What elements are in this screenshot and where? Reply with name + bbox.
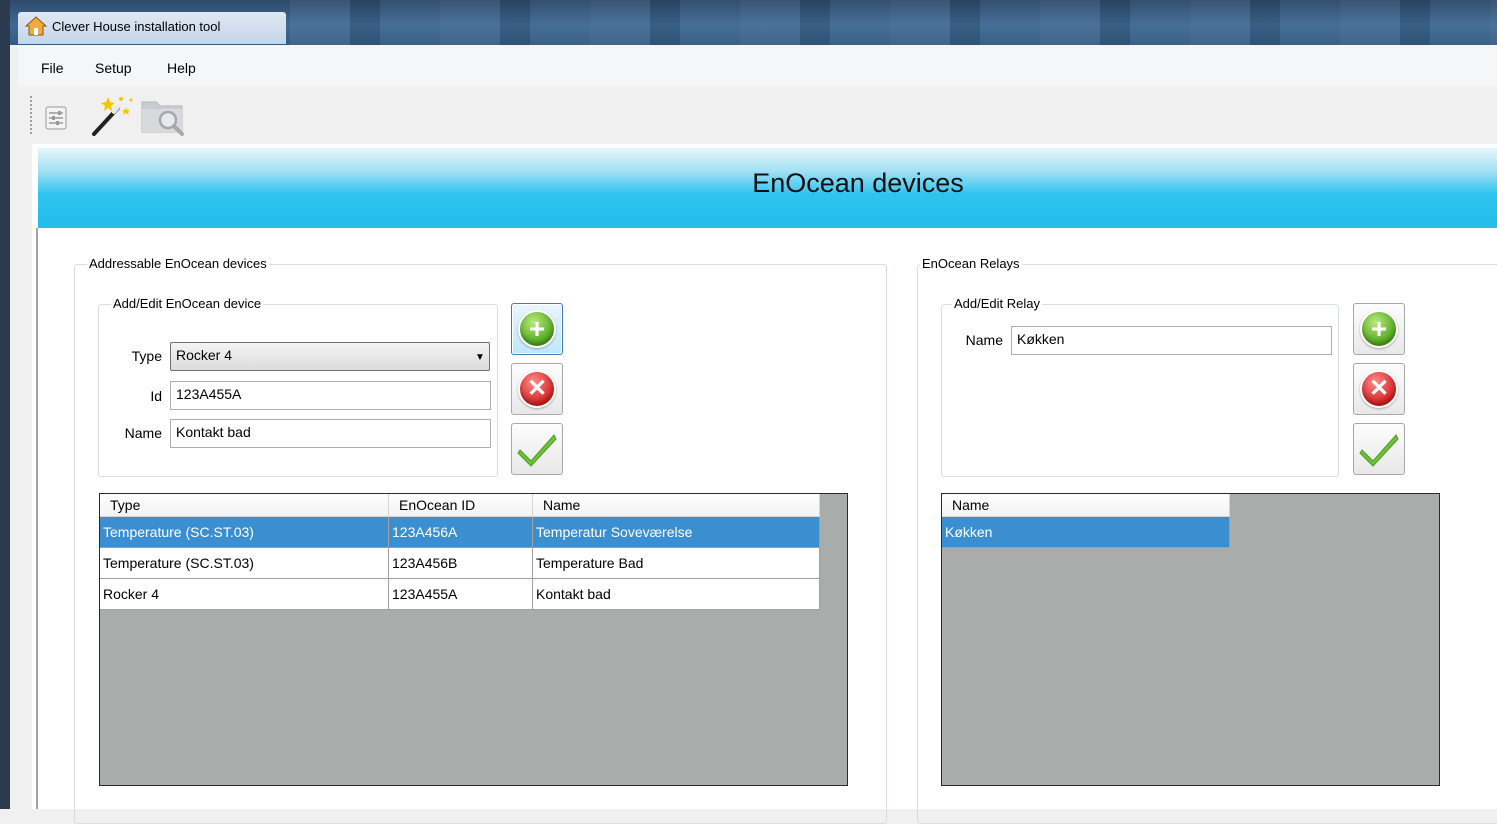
magic-wand-icon[interactable] bbox=[88, 94, 136, 138]
device-edit-title: Add/Edit EnOcean device bbox=[111, 296, 264, 311]
close-icon: ✕ bbox=[518, 370, 556, 408]
checkmark-icon bbox=[1359, 434, 1399, 467]
add-relay-button[interactable]: + bbox=[1353, 303, 1405, 355]
devices-table: Type EnOcean ID Name Temperature (SC.ST.… bbox=[100, 494, 820, 610]
type-select-value: Rocker 4 bbox=[176, 347, 233, 363]
settings-sliders-icon[interactable] bbox=[42, 104, 74, 132]
window-left-edge bbox=[0, 0, 10, 809]
cell-id[interactable]: 123A456B bbox=[388, 547, 533, 579]
house-icon bbox=[25, 16, 47, 36]
checkmark-icon bbox=[517, 434, 557, 467]
name-field[interactable]: Kontakt bad bbox=[170, 419, 491, 448]
window-title: Clever House installation tool bbox=[52, 19, 221, 34]
relays-group-title: EnOcean Relays bbox=[920, 256, 1022, 271]
cell-id[interactable]: 123A456A bbox=[388, 516, 533, 548]
cell-type[interactable]: Temperature (SC.ST.03) bbox=[100, 547, 389, 579]
title-bar-background bbox=[290, 0, 1497, 45]
plus-icon: + bbox=[518, 310, 556, 348]
table-row[interactable]: Temperature (SC.ST.03) 123A456B Temperat… bbox=[100, 547, 820, 579]
table-row[interactable]: Køkken bbox=[942, 516, 1230, 548]
type-select[interactable]: Rocker 4 bbox=[170, 342, 490, 371]
relays-grid[interactable]: Name Køkken bbox=[941, 493, 1440, 786]
relay-name-field[interactable]: Køkken bbox=[1011, 326, 1332, 355]
cell-type[interactable]: Rocker 4 bbox=[100, 578, 389, 610]
delete-device-button[interactable]: ✕ bbox=[511, 363, 563, 415]
devices-grid[interactable]: Type EnOcean ID Name Temperature (SC.ST.… bbox=[99, 493, 848, 786]
cell-name[interactable]: Køkken bbox=[942, 516, 1230, 548]
devices-group-title: Addressable EnOcean devices bbox=[87, 256, 269, 271]
menu-help[interactable]: Help bbox=[167, 60, 196, 76]
chevron-down-icon: ▼ bbox=[475, 352, 485, 363]
name-label: Name bbox=[124, 425, 162, 441]
menu-file[interactable]: File bbox=[41, 60, 64, 76]
cell-name[interactable]: Temperature Bad bbox=[532, 547, 820, 579]
page-title: EnOcean devices bbox=[752, 168, 964, 198]
table-row[interactable]: Temperature (SC.ST.03) 123A456A Temperat… bbox=[100, 516, 820, 548]
table-row[interactable]: Rocker 4 123A455A Kontakt bad bbox=[100, 578, 820, 610]
plus-icon: + bbox=[1360, 310, 1398, 348]
cell-id[interactable]: 123A455A bbox=[388, 578, 533, 610]
column-header-enocean-id[interactable]: EnOcean ID bbox=[388, 494, 533, 517]
relays-table: Name Køkken bbox=[942, 494, 1230, 548]
cell-type[interactable]: Temperature (SC.ST.03) bbox=[100, 516, 389, 548]
column-header-type[interactable]: Type bbox=[100, 494, 389, 517]
type-label: Type bbox=[131, 348, 162, 364]
relay-name-label: Name bbox=[965, 332, 1003, 348]
cell-name[interactable]: Temperatur Soveværelse bbox=[532, 516, 820, 548]
folder-search-icon[interactable] bbox=[140, 96, 188, 136]
cell-name[interactable]: Kontakt bad bbox=[532, 578, 820, 610]
column-header-name[interactable]: Name bbox=[942, 494, 1230, 517]
menu-bar bbox=[18, 45, 1497, 87]
delete-relay-button[interactable]: ✕ bbox=[1353, 363, 1405, 415]
toolbar bbox=[18, 87, 1497, 144]
close-icon: ✕ bbox=[1360, 370, 1398, 408]
content-border bbox=[36, 228, 38, 809]
toolbar-grip[interactable] bbox=[30, 96, 32, 136]
save-device-button[interactable] bbox=[511, 423, 563, 475]
menu-setup[interactable]: Setup bbox=[95, 60, 132, 76]
relay-edit-title: Add/Edit Relay bbox=[952, 296, 1042, 311]
column-header-name[interactable]: Name bbox=[532, 494, 820, 517]
id-label: Id bbox=[150, 388, 162, 404]
add-device-button[interactable]: + bbox=[511, 303, 563, 355]
save-relay-button[interactable] bbox=[1353, 423, 1405, 475]
id-field[interactable]: 123A455A bbox=[170, 381, 491, 410]
